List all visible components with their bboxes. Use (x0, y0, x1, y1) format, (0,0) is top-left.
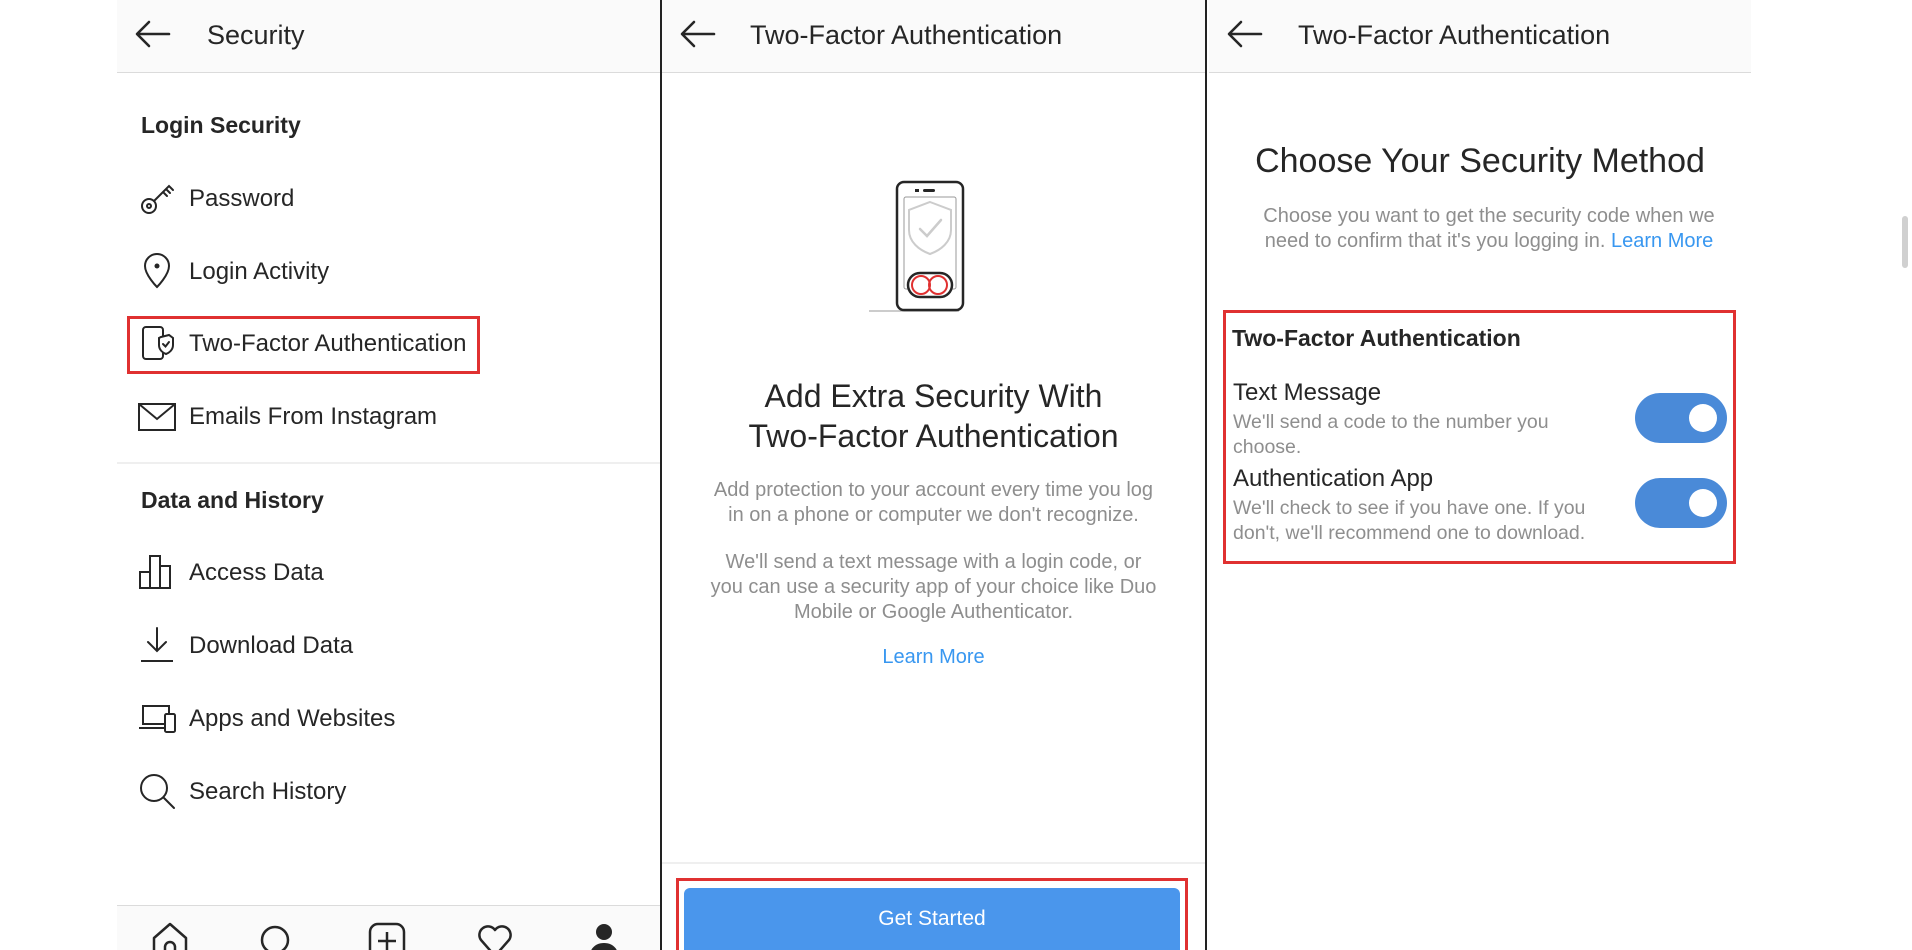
menu-item-label: Password (189, 185, 295, 212)
two-factor-header: Two-Factor Authentication (662, 0, 1205, 73)
search-icon (140, 774, 175, 809)
security-method-panel: Two-Factor Authentication Choose Your Se… (1209, 0, 1751, 950)
menu-item-label: Download Data (189, 632, 354, 659)
method-description: Choose you want to get the security code… (1239, 204, 1739, 254)
menu-item-access-data[interactable]: Access Data (137, 546, 637, 598)
section-title-login-security: Login Security (141, 112, 301, 138)
location-pin-icon (143, 253, 171, 289)
back-button[interactable] (678, 16, 718, 56)
menu-item-login-activity[interactable]: Login Activity (137, 245, 637, 297)
security-panel: Security Login Security Password Login A… (117, 0, 660, 950)
bar-chart-icon (139, 555, 171, 589)
section-title-data-history: Data and History (141, 487, 324, 513)
intro-headline-line1: Add Extra Security With (764, 378, 1103, 414)
panel-separator (1205, 0, 1207, 950)
phone-shield-illustration (869, 180, 965, 312)
menu-item-label: Access Data (189, 559, 324, 586)
divider (662, 862, 1205, 864)
back-arrow-icon (135, 20, 171, 48)
menu-item-emails[interactable]: Emails From Instagram (137, 390, 637, 442)
highlight-box (1223, 310, 1736, 564)
intro-paragraph-1: Add protection to your account every tim… (662, 478, 1205, 528)
menu-item-label: Emails From Instagram (189, 403, 438, 430)
text-line: Mobile or Google Authenticator. (793, 601, 1074, 623)
home-icon[interactable] (150, 920, 190, 950)
back-button[interactable] (133, 16, 173, 56)
intro-headline-line2: Two-Factor Authentication (748, 418, 1119, 454)
page-title: Two-Factor Authentication (1298, 20, 1611, 50)
divider (117, 462, 660, 464)
search-icon[interactable] (257, 920, 297, 950)
text-span: need to confirm that it's you logging in… (1264, 230, 1606, 252)
highlight-box (676, 878, 1188, 950)
text-line: in on a phone or computer we don't recog… (728, 504, 1139, 526)
back-arrow-icon (1227, 20, 1263, 48)
download-icon (141, 627, 173, 662)
text-line: We'll send a text message with a login c… (725, 551, 1142, 573)
menu-item-label: Login Activity (189, 258, 330, 285)
key-icon (141, 184, 174, 214)
profile-icon[interactable] (584, 920, 624, 950)
menu-item-password[interactable]: Password (137, 172, 637, 224)
mail-icon (138, 403, 176, 431)
learn-more-row: Learn More (662, 645, 1205, 670)
learn-more-link[interactable]: Learn More (1611, 230, 1713, 252)
page-title: Security (207, 20, 305, 50)
new-post-icon[interactable] (367, 920, 407, 950)
learn-more-link[interactable]: Learn More (882, 646, 984, 668)
menu-item-label: Apps and Websites (189, 705, 396, 732)
bottom-nav (117, 905, 660, 950)
page-title: Two-Factor Authentication (750, 20, 1063, 50)
text-line: Add protection to your account every tim… (713, 479, 1154, 501)
heart-icon[interactable] (475, 920, 515, 950)
menu-item-download-data[interactable]: Download Data (137, 619, 637, 671)
text-line: Choose you want to get the security code… (1263, 205, 1715, 227)
menu-item-label: Search History (189, 778, 347, 805)
scrollbar[interactable] (1902, 216, 1908, 268)
devices-icon (139, 705, 176, 733)
method-headline: Choose Your Security Method (1255, 142, 1705, 180)
back-button[interactable] (1225, 16, 1265, 56)
back-arrow-icon (680, 20, 716, 48)
intro-headline: Add Extra Security With Two-Factor Authe… (662, 376, 1205, 456)
intro-paragraph-2: We'll send a text message with a login c… (662, 550, 1205, 625)
text-line: you can use a security app of your choic… (710, 576, 1157, 598)
highlight-box (127, 316, 480, 374)
menu-item-search-history[interactable]: Search History (137, 765, 637, 817)
menu-item-apps-websites[interactable]: Apps and Websites (137, 692, 637, 744)
two-factor-intro-panel: Two-Factor Authentication Add Extra Secu… (662, 0, 1205, 950)
two-factor-header: Two-Factor Authentication (1209, 0, 1751, 73)
text-line: need to confirm that it's you logging in… (1239, 229, 1739, 254)
security-header: Security (117, 0, 660, 73)
